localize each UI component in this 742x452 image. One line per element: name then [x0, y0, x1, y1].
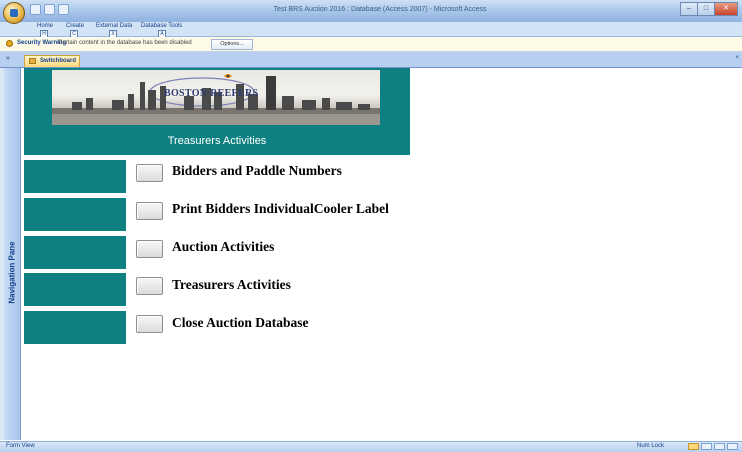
tab-switchboard[interactable]: Switchboard	[24, 55, 80, 67]
auction-activities-label: Auction Activities	[172, 239, 275, 254]
tab-database-tools[interactable]: Database Tools	[141, 23, 182, 29]
form-view-icon[interactable]	[688, 443, 699, 450]
switchboard-tab-label: Switchboard	[40, 58, 77, 64]
security-warning-text: Certain content in the database has been…	[58, 40, 192, 46]
view-switcher	[688, 443, 738, 450]
bidders-paddle-numbers-button[interactable]	[136, 164, 163, 182]
teal-side-block	[24, 198, 126, 231]
maximize-icon[interactable]: □	[697, 2, 714, 16]
status-view-mode: Form View	[6, 443, 35, 449]
treasurers-activities-button[interactable]	[136, 277, 163, 295]
navigation-pane[interactable]: Navigation Pane	[4, 68, 21, 440]
print-cooler-label-button[interactable]	[136, 202, 163, 220]
teal-side-block	[24, 273, 126, 306]
boston-reefers-logo: BOSTON REEFERS	[52, 70, 380, 125]
minimize-icon[interactable]: –	[680, 2, 697, 16]
bidders-paddle-numbers-label: Bidders and Paddle Numbers	[172, 163, 342, 178]
window-title: Test BRS Auction 2016 : Database (Access…	[273, 6, 487, 13]
close-auction-database-button[interactable]	[136, 315, 163, 333]
tab-create[interactable]: Create	[66, 23, 84, 29]
title-bar: Test BRS Auction 2016 : Database (Access…	[0, 0, 742, 24]
teal-side-block	[24, 160, 126, 193]
print-cooler-label-label: Print Bidders IndividualCooler Label	[172, 201, 389, 216]
chevron-right-icon[interactable]: »	[6, 55, 10, 62]
save-icon[interactable]	[30, 4, 41, 15]
close-icon[interactable]: ✕	[714, 2, 738, 16]
navigation-pane-label: Navigation Pane	[7, 241, 17, 304]
design-view-icon[interactable]	[727, 443, 738, 450]
teal-side-block	[24, 311, 126, 344]
close-auction-database-label: Close Auction Database	[172, 315, 309, 330]
office-button[interactable]	[3, 2, 25, 24]
status-num-lock: Num Lock	[636, 443, 664, 449]
message-bar: Security Warning Certain content in the …	[0, 37, 742, 52]
quick-access-toolbar	[30, 4, 69, 15]
ribbon-tabs: Home H Create C External Data X Database…	[0, 22, 742, 38]
treasurers-activities-label: Treasurers Activities	[172, 277, 291, 292]
teal-side-block	[24, 236, 126, 269]
warning-icon	[6, 40, 13, 47]
form-title: Treasurers Activities	[167, 135, 267, 147]
options-button[interactable]: Options...	[211, 39, 253, 50]
undo-icon[interactable]	[44, 4, 55, 15]
redo-icon[interactable]	[58, 4, 69, 15]
logo-text: BOSTON REEFERS	[164, 88, 259, 99]
close-document-icon[interactable]: ×	[735, 55, 739, 61]
datasheet-view-icon[interactable]	[701, 443, 712, 450]
document-tab-strip: » Switchboard ×	[0, 52, 742, 68]
window-controls: – □ ✕	[680, 2, 738, 16]
status-bar: Form View Num Lock	[0, 441, 742, 452]
form-icon	[29, 58, 36, 64]
tab-external-data[interactable]: External Data	[96, 23, 132, 29]
tab-home[interactable]: Home	[37, 23, 53, 29]
auction-activities-button[interactable]	[136, 240, 163, 258]
layout-view-icon[interactable]	[714, 443, 725, 450]
